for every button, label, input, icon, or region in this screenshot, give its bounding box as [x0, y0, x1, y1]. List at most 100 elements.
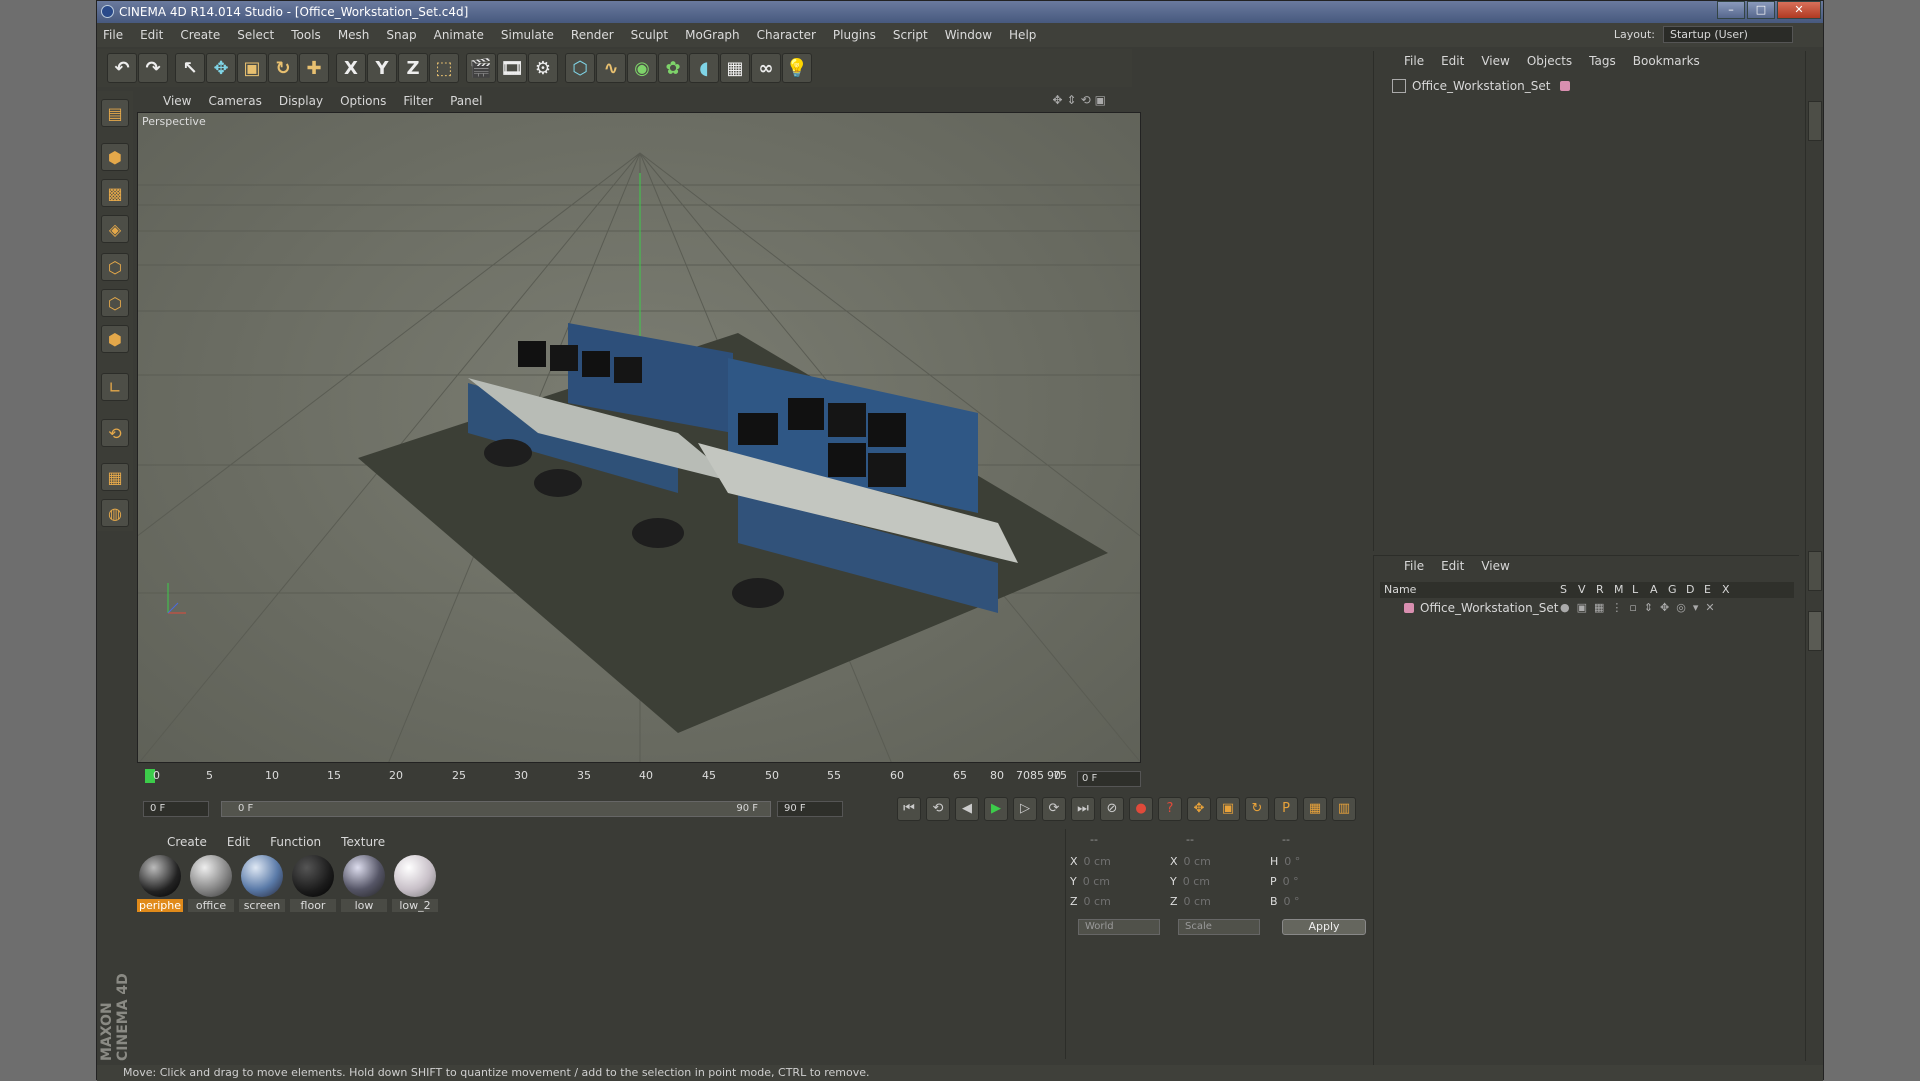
- object-menu-edit[interactable]: Edit: [1441, 54, 1464, 68]
- viewport-menu-panel[interactable]: Panel: [450, 94, 482, 108]
- material-swatch[interactable]: low_2: [392, 855, 438, 912]
- next-key-icon[interactable]: ⟳: [1042, 797, 1066, 821]
- menu-tools[interactable]: Tools: [291, 28, 321, 42]
- viewport-menu-view[interactable]: View: [163, 94, 191, 108]
- size-x-field[interactable]: X0 cm: [1170, 855, 1260, 871]
- start-frame-field[interactable]: 0 F: [143, 801, 209, 817]
- render-picture-viewer-icon[interactable]: 🎞: [497, 53, 527, 83]
- material-menu-create[interactable]: Create: [167, 835, 207, 849]
- y-axis-lock-button[interactable]: Y: [367, 53, 397, 83]
- material-menu-texture[interactable]: Texture: [341, 835, 385, 849]
- nurbs-icon[interactable]: ◉: [627, 53, 657, 83]
- menu-plugins[interactable]: Plugins: [833, 28, 876, 42]
- polygons-mode-icon[interactable]: ⬢: [101, 325, 129, 353]
- size-z-field[interactable]: Z0 cm: [1170, 895, 1260, 911]
- menu-script[interactable]: Script: [893, 28, 928, 42]
- menu-create[interactable]: Create: [180, 28, 220, 42]
- menu-sculpt[interactable]: Sculpt: [631, 28, 668, 42]
- menu-file[interactable]: File: [103, 28, 123, 42]
- layer-menu-edit[interactable]: Edit: [1441, 559, 1464, 573]
- x-axis-lock-button[interactable]: X: [336, 53, 366, 83]
- scale-tool-icon[interactable]: ▣: [237, 53, 267, 83]
- scale-key-icon[interactable]: ▣: [1216, 797, 1240, 821]
- spline-icon[interactable]: ∿: [596, 53, 626, 83]
- menu-window[interactable]: Window: [945, 28, 992, 42]
- render-settings-icon[interactable]: ⚙: [528, 53, 558, 83]
- preview-range-slider[interactable]: 0 F 90 F: [221, 801, 771, 817]
- object-menu-view[interactable]: View: [1481, 54, 1509, 68]
- object-row[interactable]: Office_Workstation_Set: [1380, 77, 1790, 95]
- play-icon[interactable]: ▶: [984, 797, 1008, 821]
- material-menu-function[interactable]: Function: [270, 835, 321, 849]
- next-frame-icon[interactable]: ▷: [1013, 797, 1037, 821]
- object-menu-tags[interactable]: Tags: [1589, 54, 1616, 68]
- layers-tab[interactable]: [1808, 611, 1822, 651]
- viewport-navigation-icons[interactable]: ✥⇕⟲▣: [1052, 93, 1110, 107]
- menu-mograph[interactable]: MoGraph: [685, 28, 740, 42]
- menu-edit[interactable]: Edit: [140, 28, 163, 42]
- redo-icon[interactable]: ↷: [138, 53, 168, 83]
- rotate-tool-icon[interactable]: ↻: [268, 53, 298, 83]
- viewport-menu-cameras[interactable]: Cameras: [208, 94, 261, 108]
- recent-tools-icon[interactable]: ✚: [299, 53, 329, 83]
- timeline-track[interactable]: 0 5 10 15 20 25 30 35 40 45 50 55 60 65 …: [137, 767, 1072, 793]
- minimize-button[interactable]: –: [1717, 1, 1745, 19]
- object-menu-bookmarks[interactable]: Bookmarks: [1633, 54, 1700, 68]
- texture-mode-icon[interactable]: ▩: [101, 179, 129, 207]
- current-frame-field[interactable]: 0 F: [1077, 771, 1141, 787]
- attributes-tab[interactable]: [1808, 551, 1822, 591]
- material-swatch[interactable]: floor: [290, 855, 336, 912]
- position-key-icon[interactable]: ✥: [1187, 797, 1211, 821]
- size-y-field[interactable]: Y0 cm: [1170, 875, 1260, 891]
- menu-select[interactable]: Select: [237, 28, 274, 42]
- layer-toggle-icons[interactable]: ●▣▦⋮▫⇕✥◎▾✕: [1560, 601, 1722, 614]
- render-view-icon[interactable]: 🎬: [466, 53, 496, 83]
- edges-mode-icon[interactable]: ⬡: [101, 289, 129, 317]
- deformer-icon[interactable]: ◖: [689, 53, 719, 83]
- object-menu-objects[interactable]: Objects: [1527, 54, 1572, 68]
- cube-primitive-icon[interactable]: ⬡: [565, 53, 595, 83]
- point-level-icon[interactable]: ▦: [1303, 797, 1327, 821]
- viewport-menu-options[interactable]: Options: [340, 94, 386, 108]
- perspective-viewport[interactable]: Perspective: [137, 112, 1141, 763]
- apply-button[interactable]: Apply: [1282, 919, 1366, 935]
- material-swatch[interactable]: low: [341, 855, 387, 912]
- coordinate-mode-dropdown[interactable]: World: [1078, 919, 1160, 935]
- material-swatch[interactable]: screen: [239, 855, 285, 912]
- menu-simulate[interactable]: Simulate: [501, 28, 554, 42]
- tweak-mode-icon[interactable]: ⟲: [101, 419, 129, 447]
- layer-row[interactable]: Office_Workstation_Set ●▣▦⋮▫⇕✥◎▾✕: [1380, 600, 1794, 618]
- workplane-mode-icon[interactable]: ◈: [101, 215, 129, 243]
- light-icon[interactable]: 💡: [782, 53, 812, 83]
- autokey-icon[interactable]: ●: [1129, 797, 1153, 821]
- viewport-menu-filter[interactable]: Filter: [403, 94, 433, 108]
- coordinate-system-icon[interactable]: ⬚: [429, 53, 459, 83]
- close-button[interactable]: ✕: [1777, 1, 1821, 19]
- position-y-field[interactable]: Y0 cm: [1070, 875, 1160, 891]
- position-x-field[interactable]: X0 cm: [1070, 855, 1160, 871]
- array-icon[interactable]: ✿: [658, 53, 688, 83]
- layer-color-swatch[interactable]: [1404, 603, 1414, 613]
- go-to-end-icon[interactable]: ⏭: [1071, 797, 1095, 821]
- previous-frame-icon[interactable]: ◀: [955, 797, 979, 821]
- layer-tag-icon[interactable]: [1560, 81, 1571, 91]
- menu-render[interactable]: Render: [571, 28, 614, 42]
- content-browser-tab[interactable]: [1808, 101, 1822, 141]
- camera-icon[interactable]: ∞: [751, 53, 781, 83]
- size-mode-dropdown[interactable]: Scale: [1178, 919, 1260, 935]
- keyframe-selection-icon[interactable]: ?: [1158, 797, 1182, 821]
- menu-snap[interactable]: Snap: [386, 28, 416, 42]
- model-mode-icon[interactable]: ⬢: [101, 143, 129, 171]
- menu-mesh[interactable]: Mesh: [338, 28, 370, 42]
- rotation-p-field[interactable]: P0 °: [1270, 875, 1360, 891]
- scheme-icon[interactable]: ▥: [1332, 797, 1356, 821]
- axis-mode-icon[interactable]: ∟: [101, 373, 129, 401]
- undo-icon[interactable]: ↶: [107, 53, 137, 83]
- object-menu-file[interactable]: File: [1404, 54, 1424, 68]
- material-menu-edit[interactable]: Edit: [227, 835, 250, 849]
- move-tool-icon[interactable]: ✥: [206, 53, 236, 83]
- timeline-ruler[interactable]: 0 5 10 15 20 25 30 35 40 45 50 55 60 65 …: [137, 767, 1141, 793]
- viewport-menu-display[interactable]: Display: [279, 94, 323, 108]
- points-mode-icon[interactable]: ⬡: [101, 253, 129, 281]
- material-swatch[interactable]: office: [188, 855, 234, 912]
